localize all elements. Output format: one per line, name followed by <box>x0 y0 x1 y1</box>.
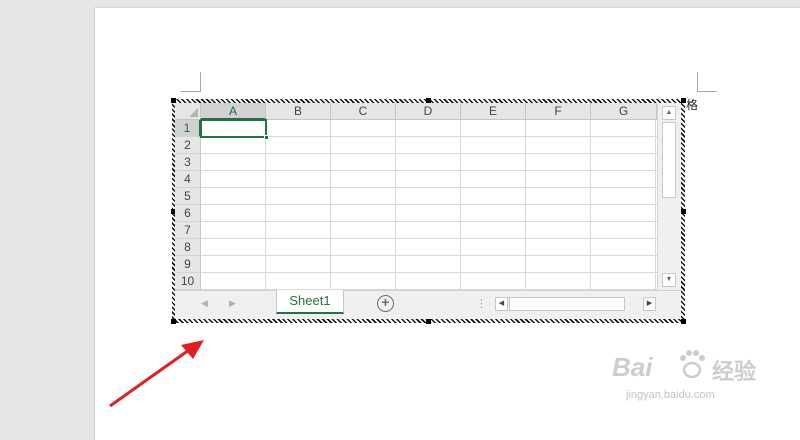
paw-logo-icon <box>680 350 705 379</box>
watermark-suffix-text: 经验 <box>712 360 757 385</box>
watermark-url: jingyan.baidu.com <box>626 389 715 401</box>
watermark-logo-text: Bai <box>612 352 653 382</box>
arrow-head-icon <box>181 340 204 359</box>
annotation-arrow-shaft <box>109 348 190 408</box>
baidu-jingyan-watermark: Bai 经验 jingyan.baidu.com <box>612 350 762 412</box>
